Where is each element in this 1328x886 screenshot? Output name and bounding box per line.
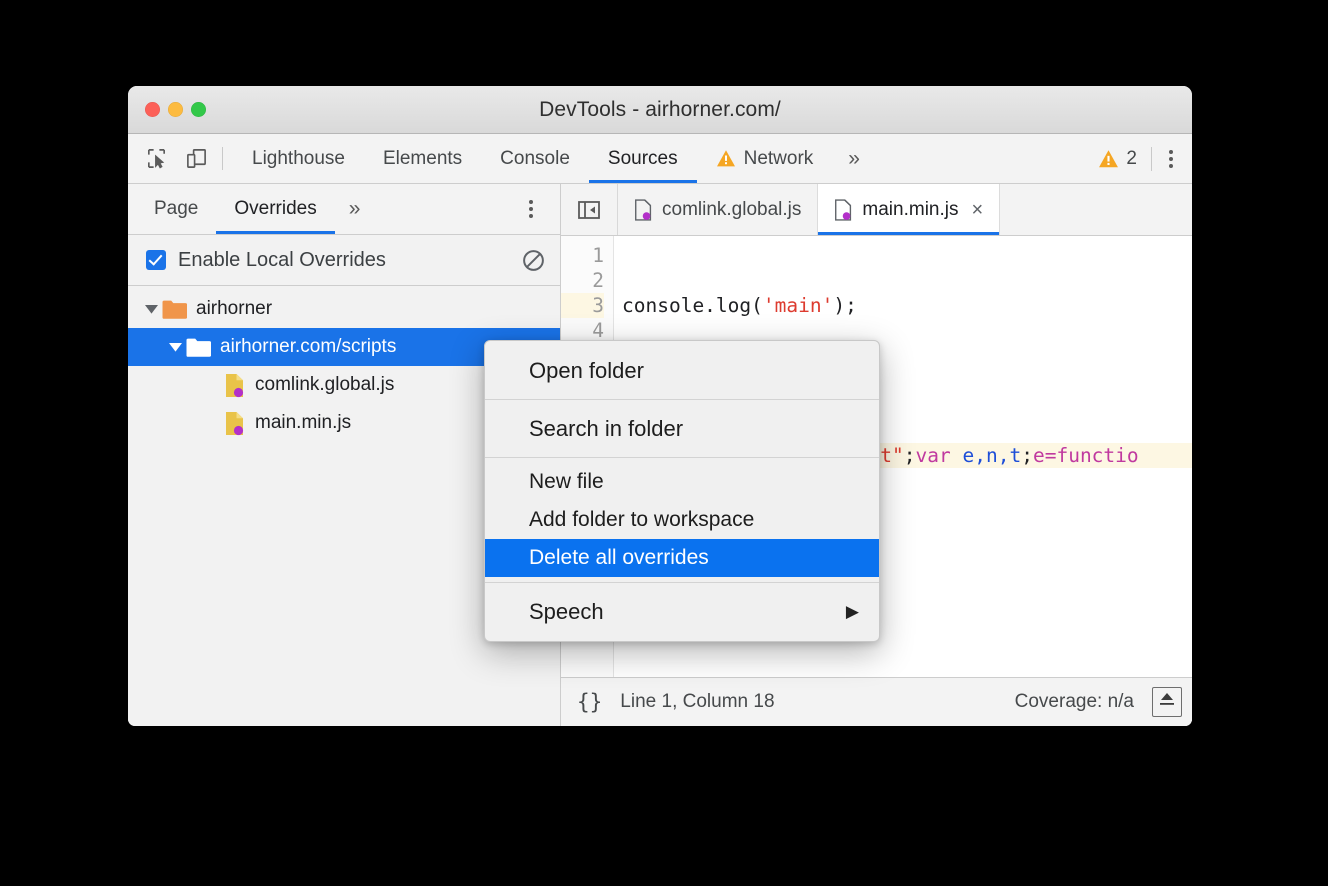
- navigator-tabbar-spacer: [374, 184, 514, 234]
- context-menu-item-label: Open folder: [529, 358, 644, 384]
- code-token: ;: [904, 444, 916, 467]
- context-menu-item-add-folder-to-workspace[interactable]: Add folder to workspace: [485, 501, 879, 539]
- kebab-menu-icon[interactable]: [1154, 150, 1188, 168]
- navigator-kebab-menu-icon[interactable]: [514, 184, 548, 234]
- tree-row-label: airhorner.com/scripts: [220, 336, 396, 358]
- tree-row-label: comlink.global.js: [255, 374, 394, 396]
- tab-label: Overrides: [234, 198, 316, 220]
- show-drawer-icon[interactable]: [1152, 687, 1182, 717]
- folder-white-icon: [186, 337, 211, 357]
- context-menu-item-label: Add folder to workspace: [529, 508, 754, 532]
- context-menu-item-label: New file: [529, 470, 604, 494]
- context-menu-item-label: Delete all overrides: [529, 546, 709, 570]
- window-titlebar: DevTools - airhorner.com/: [128, 86, 1192, 134]
- screenshot-stage: DevTools - airhorner.com/ Light: [0, 0, 1328, 886]
- collapse-navigator-icon[interactable]: [561, 184, 618, 235]
- submenu-arrow-icon: ▶: [846, 602, 859, 622]
- warning-triangle-icon: [1098, 149, 1119, 169]
- window-traffic-lights: [145, 102, 206, 117]
- code-token: 'main': [763, 294, 833, 317]
- tab-label: Elements: [383, 148, 462, 170]
- devtools-main-toolbar: Lighthouse Elements Console Sources Netw…: [128, 134, 1192, 184]
- chevron-down-icon[interactable]: [164, 343, 186, 352]
- context-menu-item-speech[interactable]: Speech ▶: [485, 588, 879, 635]
- more-panels-button[interactable]: »: [832, 134, 876, 183]
- context-menu-item-new-file[interactable]: New file: [485, 463, 879, 501]
- line-number: 3: [561, 293, 604, 318]
- tab-label: Lighthouse: [252, 148, 345, 170]
- context-menu-separator: [485, 399, 879, 400]
- js-file-override-icon: [634, 199, 653, 221]
- code-token: ;: [1021, 444, 1033, 467]
- js-file-override-icon: [834, 199, 853, 221]
- close-icon[interactable]: ×: [971, 200, 983, 220]
- tree-row-label: main.min.js: [255, 412, 351, 434]
- code-token: e=functio: [1033, 444, 1139, 467]
- folder-context-menu: Open folder Search in folder New file Ad…: [484, 340, 880, 642]
- navigator-tabbar: Page Overrides »: [128, 184, 560, 235]
- code-line-1: console.log('main');: [622, 293, 1192, 318]
- tree-row-airhorner[interactable]: airhorner: [128, 290, 560, 328]
- tree-row-label: airhorner: [196, 298, 272, 320]
- code-token: [951, 444, 963, 467]
- tab-label: Network: [744, 148, 814, 170]
- tab-network[interactable]: Network: [697, 134, 833, 183]
- pretty-print-icon[interactable]: {}: [577, 690, 602, 714]
- close-window-button[interactable]: [145, 102, 160, 117]
- cursor-position-label: Line 1, Column 18: [620, 691, 774, 713]
- coverage-label: Coverage: n/a: [1015, 691, 1134, 713]
- tab-label: Sources: [608, 148, 678, 170]
- minimize-window-button[interactable]: [168, 102, 183, 117]
- context-menu-item-delete-all-overrides[interactable]: Delete all overrides: [485, 539, 879, 577]
- js-file-override-icon: [224, 373, 246, 398]
- tab-elements[interactable]: Elements: [364, 134, 481, 183]
- line-number: 2: [561, 268, 604, 293]
- context-menu-item-label: Search in folder: [529, 416, 683, 442]
- toolbar-divider: [222, 147, 223, 170]
- editor-tabbar: comlink.global.js main.min.js ×: [561, 184, 1192, 236]
- editor-tab-comlink-global-js[interactable]: comlink.global.js: [618, 184, 818, 235]
- tab-label: Page: [154, 198, 198, 220]
- toolbar-divider: [1151, 147, 1152, 171]
- navigator-more-tabs-button[interactable]: »: [335, 184, 375, 234]
- context-menu-separator: [485, 582, 879, 583]
- clear-configuration-icon[interactable]: [521, 248, 546, 273]
- editor-tab-label: main.min.js: [862, 199, 958, 221]
- context-menu-item-label: Speech: [529, 599, 604, 625]
- navigator-tab-page[interactable]: Page: [136, 184, 216, 234]
- line-number: 1: [561, 243, 604, 268]
- code-token: e,n,t: [963, 444, 1022, 467]
- context-menu-item-search-in-folder[interactable]: Search in folder: [485, 405, 879, 452]
- devtools-toolbar-right: 2: [1094, 134, 1192, 183]
- code-token: );: [833, 294, 856, 317]
- device-toolbar-icon[interactable]: [176, 134, 216, 183]
- folder-orange-icon: [162, 299, 187, 319]
- editor-tab-main-min-js[interactable]: main.min.js ×: [818, 184, 1000, 235]
- navigator-tab-overrides[interactable]: Overrides: [216, 184, 334, 234]
- warning-triangle-icon: [716, 149, 736, 168]
- inspect-element-icon[interactable]: [136, 134, 176, 183]
- tab-label: Console: [500, 148, 570, 170]
- tab-sources[interactable]: Sources: [589, 134, 697, 183]
- enable-local-overrides-row[interactable]: Enable Local Overrides: [128, 235, 560, 286]
- zoom-window-button[interactable]: [191, 102, 206, 117]
- enable-local-overrides-checkbox[interactable]: [146, 250, 166, 270]
- warning-count-badge[interactable]: 2: [1094, 148, 1149, 170]
- tab-lighthouse[interactable]: Lighthouse: [233, 134, 364, 183]
- tab-console[interactable]: Console: [481, 134, 589, 183]
- code-token: var: [916, 444, 951, 467]
- chevron-down-icon[interactable]: [140, 305, 162, 314]
- devtools-panel-tabs: Lighthouse Elements Console Sources Netw…: [233, 134, 1094, 183]
- context-menu-separator: [485, 457, 879, 458]
- editor-status-bar: {} Line 1, Column 18 Coverage: n/a: [561, 677, 1192, 726]
- enable-local-overrides-label: Enable Local Overrides: [178, 249, 509, 272]
- editor-tab-label: comlink.global.js: [662, 199, 801, 221]
- js-file-override-icon: [224, 411, 246, 436]
- code-token: console.log(: [622, 294, 763, 317]
- warning-count-label: 2: [1126, 148, 1137, 170]
- context-menu-item-open-folder[interactable]: Open folder: [485, 347, 879, 394]
- window-title: DevTools - airhorner.com/: [128, 98, 1192, 122]
